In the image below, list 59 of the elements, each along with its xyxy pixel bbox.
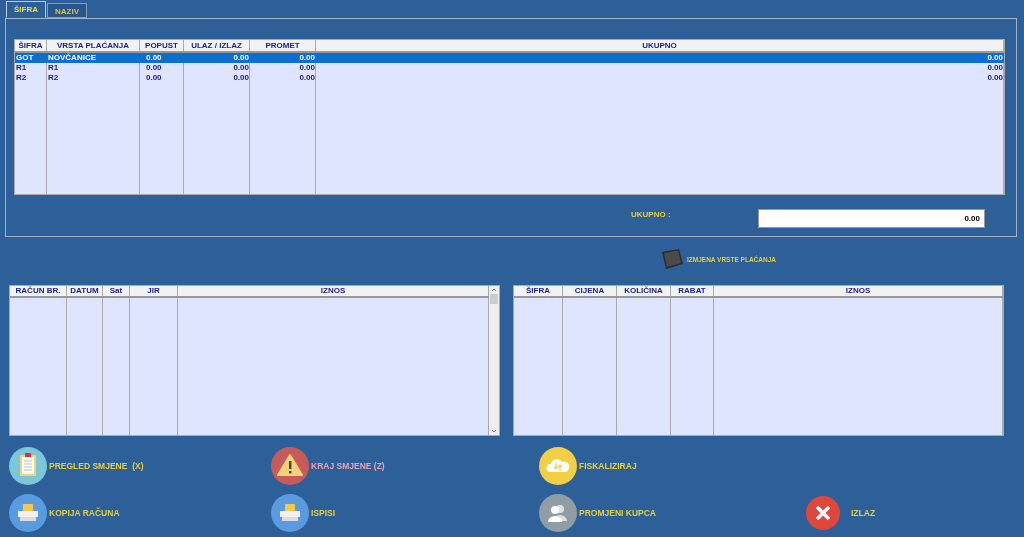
column-header: ULAZ / IZLAZ (184, 40, 250, 51)
table-cell-text: 0.00 (986, 63, 1004, 73)
column-header: PROMET (250, 40, 316, 51)
users-icon (539, 494, 577, 532)
printer-icon (9, 494, 47, 532)
close-icon (806, 496, 840, 530)
printer-icon (271, 494, 309, 532)
wallet-icon (660, 248, 684, 270)
scroll-thumb[interactable] (490, 294, 498, 304)
total-field: 0.00 (758, 209, 985, 228)
table-cell-text: R1 (47, 63, 60, 73)
cloud-icon (539, 446, 577, 485)
action-button[interactable]: KOPIJA RAČUNA (9, 493, 120, 533)
scroll-down-icon[interactable] (490, 427, 498, 435)
table-cell-text: 0.00 (145, 73, 163, 83)
total-label: UKUPNO : (631, 210, 672, 219)
table-cell-text: 0.00 (232, 63, 250, 73)
action-button[interactable]: PREGLED SMJENE (X) (9, 445, 144, 486)
column-header: POPUST (140, 40, 184, 51)
table-cell-text: GOT (15, 53, 35, 63)
action-button[interactable]: FISKALIZIRAJ (539, 445, 637, 486)
warning-icon (271, 446, 309, 485)
column-header: ŠIFRA (514, 286, 563, 296)
table-row[interactable]: R1 R1 0.00 0.00 0.00 0.00 (15, 63, 1004, 73)
column-header: ŠIFRA (15, 40, 47, 51)
table-cell-text: 0.00 (298, 63, 316, 73)
table-cell-text: R2 (47, 73, 60, 83)
table-cell-text: 0.00 (145, 63, 163, 73)
column-header: RABAT (671, 286, 714, 296)
table-cell-text: 0.00 (298, 73, 316, 83)
table-row[interactable]: R2 R2 0.00 0.00 0.00 0.00 (15, 73, 1004, 83)
tab[interactable]: NAZIV (47, 3, 87, 18)
action-button[interactable]: IZLAZ (806, 493, 876, 533)
column-header: JIR (130, 286, 178, 296)
table-cell-text: 0.00 (145, 53, 163, 63)
tab[interactable]: ŠIFRA (6, 1, 46, 18)
clipboard-icon (9, 446, 47, 485)
column-header: VRSTA PLAĆANJA (47, 40, 140, 51)
column-header: DATUM (67, 286, 103, 296)
column-header: UKUPNO (316, 40, 1004, 51)
column-header: RAČUN BR. (10, 286, 67, 296)
column-header: CIJENA (563, 286, 617, 296)
table-cell-text: 0.00 (986, 53, 1004, 63)
action-button[interactable]: KRAJ SMJENE (Z) (271, 445, 385, 486)
table-cell-text: 0.00 (986, 73, 1004, 83)
scrollbar[interactable] (489, 286, 499, 435)
action-button[interactable]: ISPISI (271, 493, 336, 533)
column-header: KOLIČINA (617, 286, 671, 296)
table-cell-text: NOVČANICE (47, 53, 97, 63)
table-cell-text: R2 (15, 73, 28, 83)
table-row[interactable]: GOT NOVČANICE 0.00 0.00 0.00 0.00 (15, 53, 1004, 63)
column-header: IZNOS (714, 286, 1003, 296)
action-button[interactable]: PROMJENI KUPCA (539, 493, 656, 533)
table-cell-text: 0.00 (232, 53, 250, 63)
table-cell-text: R1 (15, 63, 28, 73)
column-header: Sat (103, 286, 130, 296)
scroll-up-icon[interactable] (490, 286, 498, 294)
table-cell-text: 0.00 (232, 73, 250, 83)
table-cell-text: 0.00 (298, 53, 316, 63)
